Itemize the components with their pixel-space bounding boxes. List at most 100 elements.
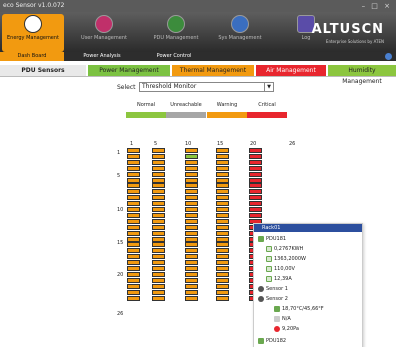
- rack-cell[interactable]: [152, 283, 165, 289]
- rack-cell[interactable]: [185, 189, 198, 195]
- rack-cell[interactable]: [127, 271, 140, 277]
- tree-node-sensor1[interactable]: Sensor 1: [258, 285, 288, 293]
- rack-cell[interactable]: [127, 177, 140, 183]
- tab-air-management[interactable]: Air Management: [256, 65, 326, 76]
- rack-cell[interactable]: [216, 271, 229, 277]
- rack-cell[interactable]: [152, 165, 165, 171]
- rack-cell[interactable]: [249, 159, 262, 165]
- rack-cell[interactable]: [152, 189, 165, 195]
- rack-cell[interactable]: [216, 218, 229, 224]
- rack-cell[interactable]: [152, 230, 165, 236]
- tab-humidity-management[interactable]: Humidity Management: [328, 65, 396, 85]
- rack-cell[interactable]: [127, 218, 140, 224]
- rack-cell[interactable]: [249, 177, 262, 183]
- rack-cell[interactable]: [249, 189, 262, 195]
- rack-cell[interactable]: [216, 195, 229, 201]
- rack-cell[interactable]: [185, 248, 198, 254]
- rack-cell[interactable]: [216, 165, 229, 171]
- rack-cell[interactable]: [127, 207, 140, 212]
- tree-node-temperature[interactable]: 18,70°C/45,66°F: [274, 305, 324, 313]
- rack-cell[interactable]: [127, 201, 140, 207]
- rack-cell[interactable]: [185, 242, 198, 248]
- rack-cell[interactable]: [127, 254, 140, 260]
- tab-pdu-sensors[interactable]: PDU Sensors: [0, 65, 86, 76]
- tree-node-voltage[interactable]: 110,00V: [266, 265, 295, 273]
- rack-cell[interactable]: [127, 189, 140, 195]
- rack-cell[interactable]: [152, 207, 165, 212]
- rack-cell[interactable]: [152, 201, 165, 207]
- window-controls[interactable]: – □ ×: [362, 0, 392, 12]
- rack-cell[interactable]: [249, 183, 262, 189]
- rack-cell[interactable]: [185, 218, 198, 224]
- rack-cell[interactable]: [185, 230, 198, 236]
- rack-cell[interactable]: [152, 271, 165, 277]
- rack-cell[interactable]: [216, 248, 229, 254]
- tree-node-pressure[interactable]: 9,20Pa: [274, 325, 299, 333]
- rack-cell[interactable]: [185, 289, 198, 295]
- rack-cell[interactable]: [185, 171, 198, 177]
- rack-cell[interactable]: [185, 201, 198, 207]
- rack-cell[interactable]: [249, 153, 262, 159]
- tab-thermal-management[interactable]: Thermal Management: [172, 65, 254, 76]
- rack-cell[interactable]: [216, 159, 229, 165]
- rack-cell[interactable]: [127, 224, 140, 230]
- rack-cell[interactable]: [127, 212, 140, 218]
- rack-cell[interactable]: [152, 295, 165, 301]
- rack-cell[interactable]: [249, 195, 262, 201]
- rack-cell[interactable]: [127, 165, 140, 171]
- rack-cell[interactable]: [152, 153, 165, 159]
- subnav-power-control[interactable]: Power Control: [140, 52, 208, 61]
- rack-cell[interactable]: [185, 207, 198, 212]
- tree-node-power[interactable]: 1363,2000W: [266, 255, 306, 263]
- rack-cell[interactable]: [185, 271, 198, 277]
- subnav-power-analysis[interactable]: Power Analysis: [68, 52, 136, 61]
- rack-cell[interactable]: [249, 212, 262, 218]
- rack-cell[interactable]: [152, 260, 165, 266]
- sys-management-button[interactable]: Sys Management: [209, 14, 271, 52]
- rack-header[interactable]: Rack01: [254, 224, 362, 232]
- rack-cell[interactable]: [127, 153, 140, 159]
- rack-cell[interactable]: [216, 207, 229, 212]
- rack-cell[interactable]: [152, 159, 165, 165]
- rack-cell[interactable]: [127, 295, 140, 301]
- rack-cell[interactable]: [216, 254, 229, 260]
- tree-node-pdu181[interactable]: PDU181: [258, 235, 286, 243]
- rack-cell[interactable]: [152, 177, 165, 183]
- tab-power-management[interactable]: Power Management: [88, 65, 170, 76]
- user-management-button[interactable]: User Management: [73, 14, 135, 52]
- rack-cell[interactable]: [152, 242, 165, 248]
- rack-cell[interactable]: [152, 248, 165, 254]
- rack-cell[interactable]: [152, 266, 165, 271]
- rack-cell[interactable]: [185, 254, 198, 260]
- rack-cell[interactable]: [216, 171, 229, 177]
- globe-icon[interactable]: [385, 53, 392, 60]
- rack-cell[interactable]: [216, 277, 229, 283]
- rack-cell[interactable]: [216, 266, 229, 271]
- rack-cell[interactable]: [185, 148, 198, 153]
- tree-node-sensor2[interactable]: Sensor 2: [258, 295, 288, 303]
- rack-cell[interactable]: [152, 148, 165, 153]
- rack-cell[interactable]: [185, 177, 198, 183]
- rack-cell[interactable]: [185, 236, 198, 242]
- tree-node-na[interactable]: N/A: [274, 315, 291, 323]
- rack-cell[interactable]: [185, 277, 198, 283]
- rack-cell[interactable]: [216, 260, 229, 266]
- rack-cell[interactable]: [185, 183, 198, 189]
- rack-cell[interactable]: [216, 289, 229, 295]
- tree-node-pdu182[interactable]: PDU182: [258, 337, 286, 345]
- rack-cell[interactable]: [185, 295, 198, 301]
- rack-cell[interactable]: [185, 159, 198, 165]
- rack-cell[interactable]: [127, 159, 140, 165]
- rack-cell[interactable]: [185, 266, 198, 271]
- rack-cell[interactable]: [216, 224, 229, 230]
- energy-management-button[interactable]: Energy Management: [2, 14, 64, 52]
- rack-cell[interactable]: [216, 230, 229, 236]
- rack-cell[interactable]: [152, 277, 165, 283]
- rack-cell[interactable]: [185, 212, 198, 218]
- rack-cell[interactable]: [152, 224, 165, 230]
- rack-cell[interactable]: [152, 212, 165, 218]
- rack-cell[interactable]: [185, 195, 198, 201]
- rack-cell[interactable]: [249, 165, 262, 171]
- rack-cell[interactable]: [152, 254, 165, 260]
- tree-node-energy[interactable]: 0,2767KWH: [266, 245, 303, 253]
